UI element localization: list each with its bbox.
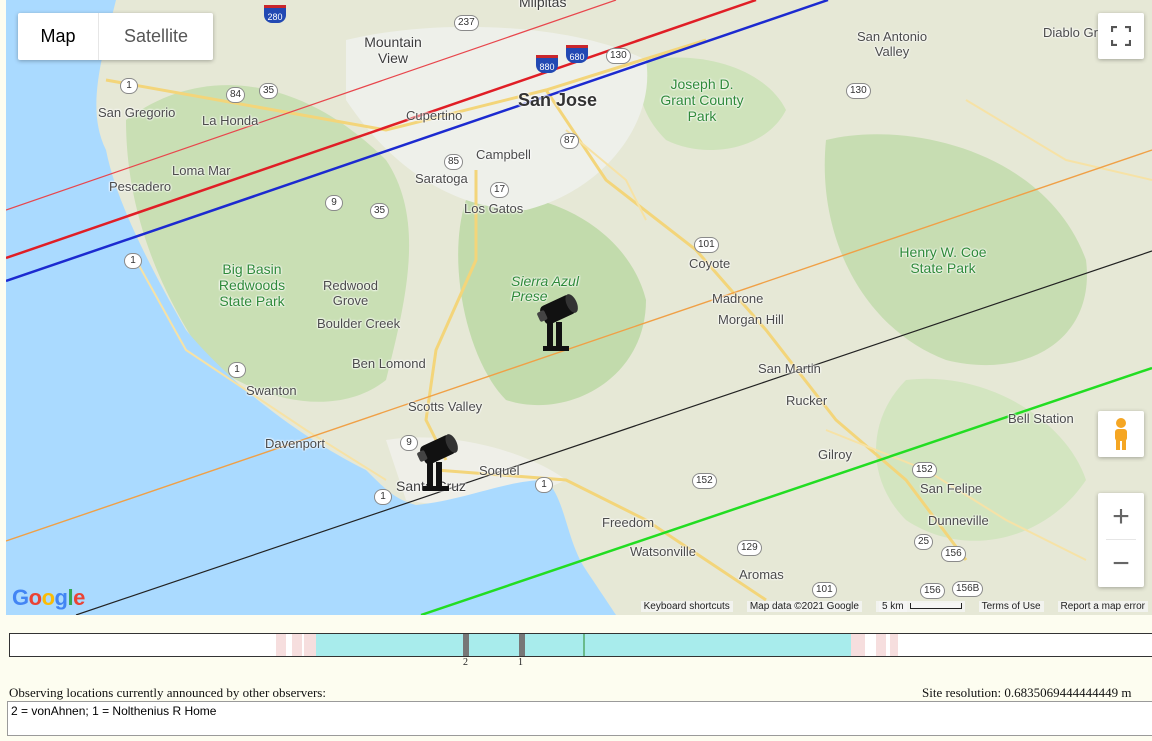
report-error-link[interactable]: Report a map error <box>1057 600 1148 612</box>
route-shield: 152 <box>692 473 717 489</box>
route-shield: 156 <box>941 546 966 562</box>
place-davenport: Davenport <box>265 436 325 451</box>
park-big-basin: Big Basin Redwoods State Park <box>218 261 286 309</box>
route-shield: 1 <box>120 78 138 94</box>
place-ben-lomond: Ben Lomond <box>352 356 426 371</box>
zoom-divider <box>1106 539 1136 540</box>
place-san-antonio-valley: San Antonio Valley <box>856 29 928 59</box>
map-type-control: Map Satellite <box>18 13 213 60</box>
zoom-out-button[interactable]: − <box>1098 540 1144 587</box>
place-morgan-hill: Morgan Hill <box>718 312 784 327</box>
place-swanton: Swanton <box>246 383 297 398</box>
plus-icon: + <box>1112 499 1130 533</box>
map[interactable]: Milpitas Mountain View San Jose San Anto… <box>6 0 1152 615</box>
place-cupertino: Cupertino <box>406 108 463 123</box>
place-mountain-view: Mountain View <box>364 34 422 66</box>
route-shield: 101 <box>694 237 719 253</box>
route-shield: 25 <box>914 534 934 550</box>
route-shield: 87 <box>560 133 580 149</box>
route-shield: 680 <box>566 45 588 63</box>
map-footer: Keyboard shortcuts Map data ©2021 Google… <box>6 597 1152 615</box>
route-shield: 156B <box>952 581 984 597</box>
route-shield: 85 <box>444 154 464 170</box>
route-shield: 237 <box>454 15 479 31</box>
minus-icon: − <box>1112 546 1130 580</box>
route-shield: 84 <box>226 87 246 103</box>
map-type-map-button[interactable]: Map <box>18 13 99 60</box>
place-rucker: Rucker <box>786 393 828 408</box>
park-henry-coe: Henry W. Coe State Park <box>899 244 987 276</box>
place-scotts-valley: Scotts Valley <box>408 399 483 414</box>
timeline-marker-2 <box>463 634 469 656</box>
telescope-icon[interactable] <box>534 292 582 354</box>
observers-list-box[interactable]: 2 = vonAhnen; 1 = Nolthenius R Home <box>7 701 1152 736</box>
scale-control[interactable]: 5 km <box>875 600 965 612</box>
scale-bar <box>909 602 962 609</box>
route-shield: 101 <box>812 582 837 598</box>
timeline-bar[interactable] <box>9 633 1152 657</box>
route-shield: 129 <box>737 540 762 556</box>
observers-list-text: 2 = vonAhnen; 1 = Nolthenius R Home <box>11 704 217 718</box>
timeline-tick-label: 1 <box>518 657 523 668</box>
route-shield: 1 <box>228 362 246 378</box>
observers-heading: Observing locations currently announced … <box>9 685 326 700</box>
route-shield: 1 <box>535 477 553 493</box>
place-saratoga: Saratoga <box>415 171 468 186</box>
terms-link[interactable]: Terms of Use <box>978 600 1044 612</box>
place-boulder-creek: Boulder Creek <box>317 316 401 331</box>
route-shield: 880 <box>536 55 558 73</box>
route-shield: 9 <box>325 195 343 211</box>
park-joseph-grant: Joseph D. Grant County Park <box>660 76 744 124</box>
place-bell-station: Bell Station <box>1008 411 1074 426</box>
route-shield: 280 <box>264 5 286 23</box>
street-view-pegman[interactable] <box>1098 411 1144 457</box>
place-soquel: Soquel <box>479 463 520 478</box>
place-freedom: Freedom <box>602 515 655 530</box>
keyboard-shortcuts-link[interactable]: Keyboard shortcuts <box>640 600 733 612</box>
timeline-tick-label: 2 <box>463 657 468 668</box>
place-redwood-grove: Redwood Grove <box>323 278 378 308</box>
map-type-satellite-button[interactable]: Satellite <box>99 13 213 60</box>
place-san-gregorio: San Gregorio <box>98 105 176 120</box>
place-gilroy: Gilroy <box>818 447 852 462</box>
map-data-attribution: Map data ©2021 Google <box>746 600 862 612</box>
route-shield: 130 <box>846 83 871 99</box>
site-resolution: Site resolution: 0.6835069444444449 m <box>922 685 1132 700</box>
route-shield: 1 <box>374 489 392 505</box>
zoom-control: + − <box>1098 493 1144 587</box>
place-milpitas: Milpitas <box>519 0 567 10</box>
place-loma-mar: Loma Mar <box>172 163 231 178</box>
place-coyote: Coyote <box>689 256 731 271</box>
place-san-felipe: San Felipe <box>920 481 983 496</box>
route-shield: 152 <box>912 462 937 478</box>
route-shield: 35 <box>370 203 390 219</box>
place-watsonville: Watsonville <box>630 544 696 559</box>
place-campbell: Campbell <box>476 147 531 162</box>
place-diablo: Diablo Gr <box>1043 25 1098 40</box>
place-dunneville: Dunneville <box>928 513 989 528</box>
telescope-icon[interactable] <box>414 432 462 494</box>
scale-label: 5 km <box>878 600 907 612</box>
place-la-honda: La Honda <box>202 113 259 128</box>
timeline-marker-1 <box>519 634 525 656</box>
route-shield: 35 <box>259 83 279 99</box>
route-shield: 1 <box>124 253 142 269</box>
place-aromas: Aromas <box>739 567 784 582</box>
zoom-in-button[interactable]: + <box>1098 493 1144 540</box>
fullscreen-icon <box>1111 26 1131 46</box>
route-shield: 130 <box>606 48 631 64</box>
route-shield: 17 <box>490 182 510 198</box>
place-los-gatos: Los Gatos <box>464 201 524 216</box>
place-pescadero: Pescadero <box>109 179 172 194</box>
pegman-icon <box>1115 418 1127 450</box>
place-san-jose: San Jose <box>518 90 598 110</box>
timeline-graphic <box>276 634 898 656</box>
place-madrone: Madrone <box>712 291 764 306</box>
fullscreen-button[interactable] <box>1098 13 1144 59</box>
place-san-martin: San Martin <box>758 361 821 376</box>
